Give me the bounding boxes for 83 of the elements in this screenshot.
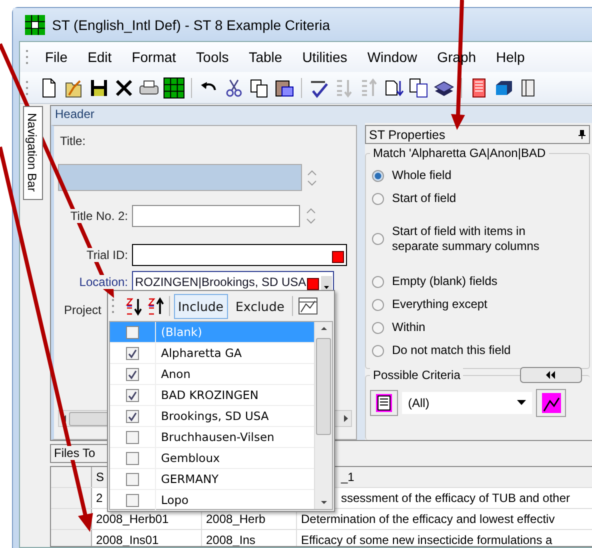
grip-icon [112, 297, 115, 315]
menu-item[interactable]: Edit [78, 49, 122, 65]
flag-marker [307, 278, 319, 290]
radio-label[interactable]: Empty (blank) fields [392, 274, 498, 289]
column-header[interactable]: _1 [341, 470, 354, 484]
flag-marker [332, 251, 344, 263]
radio-label[interactable]: Do not match this field [392, 343, 511, 358]
menu-item[interactable]: Format [122, 49, 186, 65]
column-header[interactable]: S [96, 470, 104, 484]
row-header[interactable] [51, 488, 92, 508]
window-title: ST (English_Intl Def) - ST 8 Example Criteria [52, 16, 330, 32]
radio-label[interactable]: Everything except [392, 297, 488, 312]
field-label: Title: [60, 134, 87, 148]
checkbox[interactable] [126, 430, 139, 444]
list-item[interactable]: Alpharetta GA [110, 343, 314, 364]
menu-item[interactable]: Table [238, 49, 292, 65]
menu-item[interactable]: Utilities [292, 49, 358, 65]
radio-button[interactable] [372, 192, 384, 204]
table-cell: 2 [96, 491, 103, 505]
checkbox[interactable] [126, 494, 139, 506]
text-field[interactable] [132, 244, 347, 266]
grip-icon [26, 48, 29, 66]
radio-button[interactable] [372, 298, 384, 310]
radio-button[interactable] [372, 170, 384, 182]
copy-icon[interactable] [248, 76, 270, 98]
field-label: Location: [79, 275, 128, 289]
documents-icon[interactable] [408, 76, 430, 98]
checkbox[interactable] [126, 326, 139, 338]
list-item[interactable]: Brookings, SD USA [110, 406, 314, 427]
checkbox[interactable] [126, 452, 139, 464]
checkbox[interactable] [126, 346, 139, 360]
field-label: Trial ID: [86, 248, 128, 262]
list-item[interactable]: GERMANY [110, 469, 314, 490]
table-cell: 2008_Herb [206, 512, 266, 526]
vertical-scrollbar[interactable] [314, 322, 332, 509]
collapse-button[interactable] [520, 367, 582, 383]
pin-icon[interactable] [578, 129, 586, 140]
panel-title: ST Properties [369, 128, 446, 142]
list-item[interactable]: Bruchhausen-Vilsen [110, 427, 314, 448]
panel-title: Files To [54, 446, 96, 460]
list-item[interactable]: BAD KROZINGEN [110, 385, 314, 406]
field-label: Project [64, 303, 102, 317]
table-cell: Determination of the efficacy and lowest effectiv [301, 512, 555, 526]
table-cell: ssessment of the efficacy of TUB and other [341, 491, 570, 505]
sort-descending-icon[interactable] [147, 296, 165, 316]
list-item[interactable]: Lopo [110, 490, 314, 511]
app-logo-icon[interactable] [163, 76, 185, 98]
radio-button[interactable] [372, 322, 384, 334]
radio-label[interactable]: Start of field [392, 191, 456, 206]
navigation-bar-tab[interactable]: Navigation Bar [23, 106, 43, 200]
scrollbar-thumb[interactable] [316, 338, 331, 435]
app-logo-icon [25, 14, 45, 34]
menu-item[interactable]: File [35, 49, 78, 65]
checkbox[interactable] [126, 388, 139, 402]
radio-button[interactable] [372, 276, 384, 288]
checkbox[interactable] [126, 410, 139, 422]
title-field[interactable] [58, 164, 302, 191]
panel-title: Header [51, 106, 592, 123]
checkbox[interactable] [126, 368, 139, 380]
list-item[interactable]: Anon [110, 364, 314, 385]
text-field[interactable] [132, 205, 300, 227]
field-label: Title No. 2: [70, 209, 128, 223]
menu-item[interactable]: Window [357, 49, 428, 65]
criteria-combo-box[interactable]: (All) [402, 392, 532, 414]
radio-button[interactable] [372, 344, 384, 356]
radio-button[interactable] [372, 233, 384, 245]
list-item[interactable]: Gembloux [110, 448, 314, 469]
list-icon[interactable] [370, 390, 398, 416]
menu-item[interactable]: Help [486, 49, 535, 65]
chart-icon[interactable] [297, 295, 320, 317]
filter-mode-button[interactable]: Include [174, 294, 228, 318]
grip-icon [26, 78, 29, 96]
radio-label[interactable]: Start of field with items in separate summary columns [392, 224, 562, 254]
radio-label[interactable]: Whole field [392, 168, 452, 183]
sort-ascending-icon[interactable] [125, 296, 143, 316]
group-title: Match 'Alpharetta GA|Anon|BAD [370, 146, 549, 160]
radio-label[interactable]: Within [392, 320, 426, 335]
table-cell: 2008_Herb01 [96, 512, 169, 526]
filter-mode-button[interactable]: Exclude [232, 294, 288, 318]
group-title: Possible Criteria [370, 368, 464, 382]
menu-item[interactable]: Tools [186, 49, 239, 65]
chart-icon[interactable] [536, 389, 566, 417]
checkbox[interactable] [126, 472, 139, 486]
